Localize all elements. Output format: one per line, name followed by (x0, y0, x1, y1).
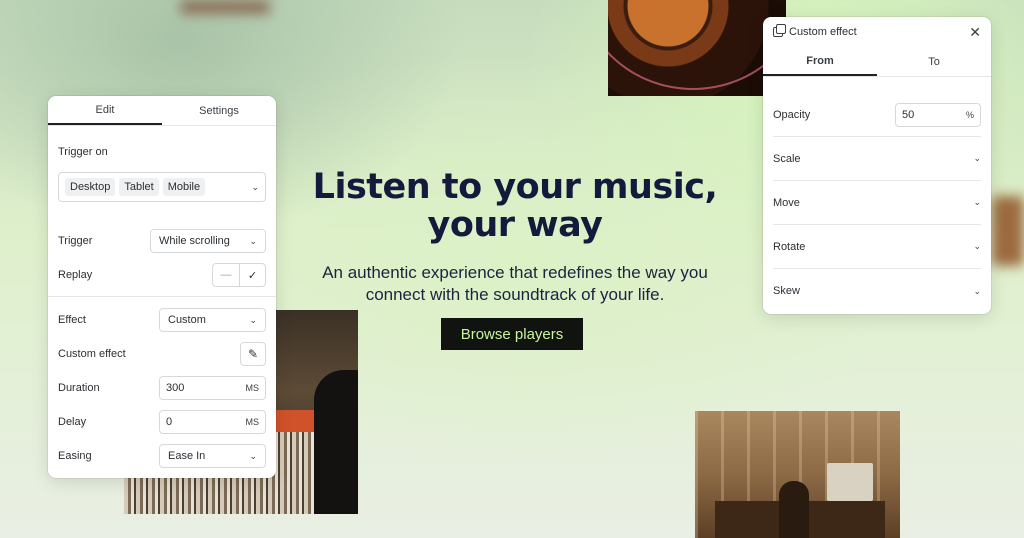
hero-title-line1: Listen to your music, (312, 167, 718, 207)
edit-custom-effect-button[interactable]: ✎ (240, 342, 266, 366)
pencil-icon: ✎ (247, 347, 259, 361)
duration-input[interactable]: 300 MS (159, 376, 266, 400)
opacity-value: 50 (902, 108, 915, 121)
hero-title: Listen to your music, your way (280, 168, 750, 244)
blurred-photo-top (180, 0, 270, 14)
hero-subtitle: An authentic experience that redefines t… (280, 262, 750, 306)
chevron-down-icon: ⌄ (249, 235, 257, 246)
browse-players-button[interactable]: Browse players (441, 318, 583, 350)
delay-input[interactable]: 0 MS (159, 410, 266, 434)
duration-value: 300 (166, 382, 185, 394)
trigger-on-label: Trigger on (58, 146, 108, 158)
hero: Listen to your music, your way An authen… (280, 168, 750, 306)
easing-select[interactable]: Ease In ⌄ (159, 444, 266, 468)
edit-panel-tabs: Edit Settings (48, 96, 276, 126)
trigger-select[interactable]: While scrolling ⌄ (150, 229, 266, 253)
chevron-down-icon[interactable]: ⌄ (973, 197, 981, 208)
duration-label: Duration (58, 382, 100, 394)
chevron-down-icon[interactable]: ⌄ (973, 153, 981, 164)
check-icon[interactable]: ✓ (239, 264, 265, 286)
opacity-unit: % (965, 109, 974, 120)
move-label: Move (773, 196, 800, 209)
chevron-down-icon[interactable]: ⌄ (973, 241, 981, 252)
custom-effect-panel: Custom effect ✕ From To Opacity 50 % Sca… (763, 17, 991, 314)
hero-subtitle-line1: An authentic experience that redefines t… (322, 263, 708, 282)
trigger-select-value: While scrolling (159, 235, 230, 247)
delay-unit: MS (245, 417, 260, 427)
replay-off-option[interactable]: — (213, 264, 239, 286)
chevron-down-icon[interactable]: ⌄ (251, 182, 259, 193)
tab-from[interactable]: From (763, 47, 877, 76)
close-icon[interactable]: ✕ (969, 24, 981, 41)
rotate-label: Rotate (773, 240, 806, 253)
divider (48, 296, 276, 297)
accordion-scale[interactable]: Scale ⌄ (773, 137, 981, 181)
effect-select-value: Custom (168, 314, 206, 326)
copy-icon (773, 24, 786, 37)
custom-effect-label: Custom effect (58, 348, 126, 360)
trigger-label: Trigger (58, 235, 93, 247)
replay-label: Replay (58, 269, 93, 281)
device-chip-mobile[interactable]: Mobile (162, 178, 206, 196)
accordion-move[interactable]: Move ⌄ (773, 181, 981, 225)
custom-effect-tabs: From To (763, 47, 991, 77)
device-chip-desktop[interactable]: Desktop (65, 178, 116, 196)
device-chip-tablet[interactable]: Tablet (119, 178, 159, 196)
listening-room-photo (695, 411, 900, 538)
effect-label: Effect (58, 314, 86, 326)
easing-label: Easing (58, 450, 92, 462)
tab-to[interactable]: To (877, 47, 991, 76)
effect-select[interactable]: Custom ⌄ (159, 308, 266, 332)
custom-effect-title: Custom effect (789, 26, 857, 38)
device-select[interactable]: Desktop Tablet Mobile ⌄ (58, 172, 266, 202)
duration-unit: MS (245, 383, 260, 393)
opacity-label: Opacity (773, 108, 811, 121)
blurred-photo-right (992, 196, 1024, 266)
delay-value: 0 (166, 416, 173, 428)
tab-edit[interactable]: Edit (48, 96, 162, 125)
opacity-row: Opacity 50 % (773, 93, 981, 137)
opacity-input[interactable]: 50 % (895, 102, 981, 127)
accordion-rotate[interactable]: Rotate ⌄ (773, 225, 981, 269)
chevron-down-icon[interactable]: ⌄ (973, 286, 981, 297)
hero-title-line2: your way (427, 205, 603, 245)
custom-effect-header: Custom effect ✕ (763, 17, 991, 47)
delay-label: Delay (58, 416, 87, 428)
accordion-skew[interactable]: Skew ⌄ (773, 269, 981, 313)
chevron-down-icon: ⌄ (249, 314, 257, 325)
easing-select-value: Ease In (168, 450, 206, 462)
record-photo (608, 0, 786, 96)
hero-subtitle-line2: connect with the soundtrack of your life… (365, 285, 665, 304)
skew-label: Skew (773, 285, 800, 297)
tab-settings[interactable]: Settings (162, 96, 276, 125)
scale-label: Scale (773, 152, 801, 165)
edit-panel: Edit Settings Trigger on Desktop Tablet … (48, 96, 276, 478)
chevron-down-icon: ⌄ (249, 450, 257, 461)
replay-toggle[interactable]: — ✓ (212, 263, 266, 287)
